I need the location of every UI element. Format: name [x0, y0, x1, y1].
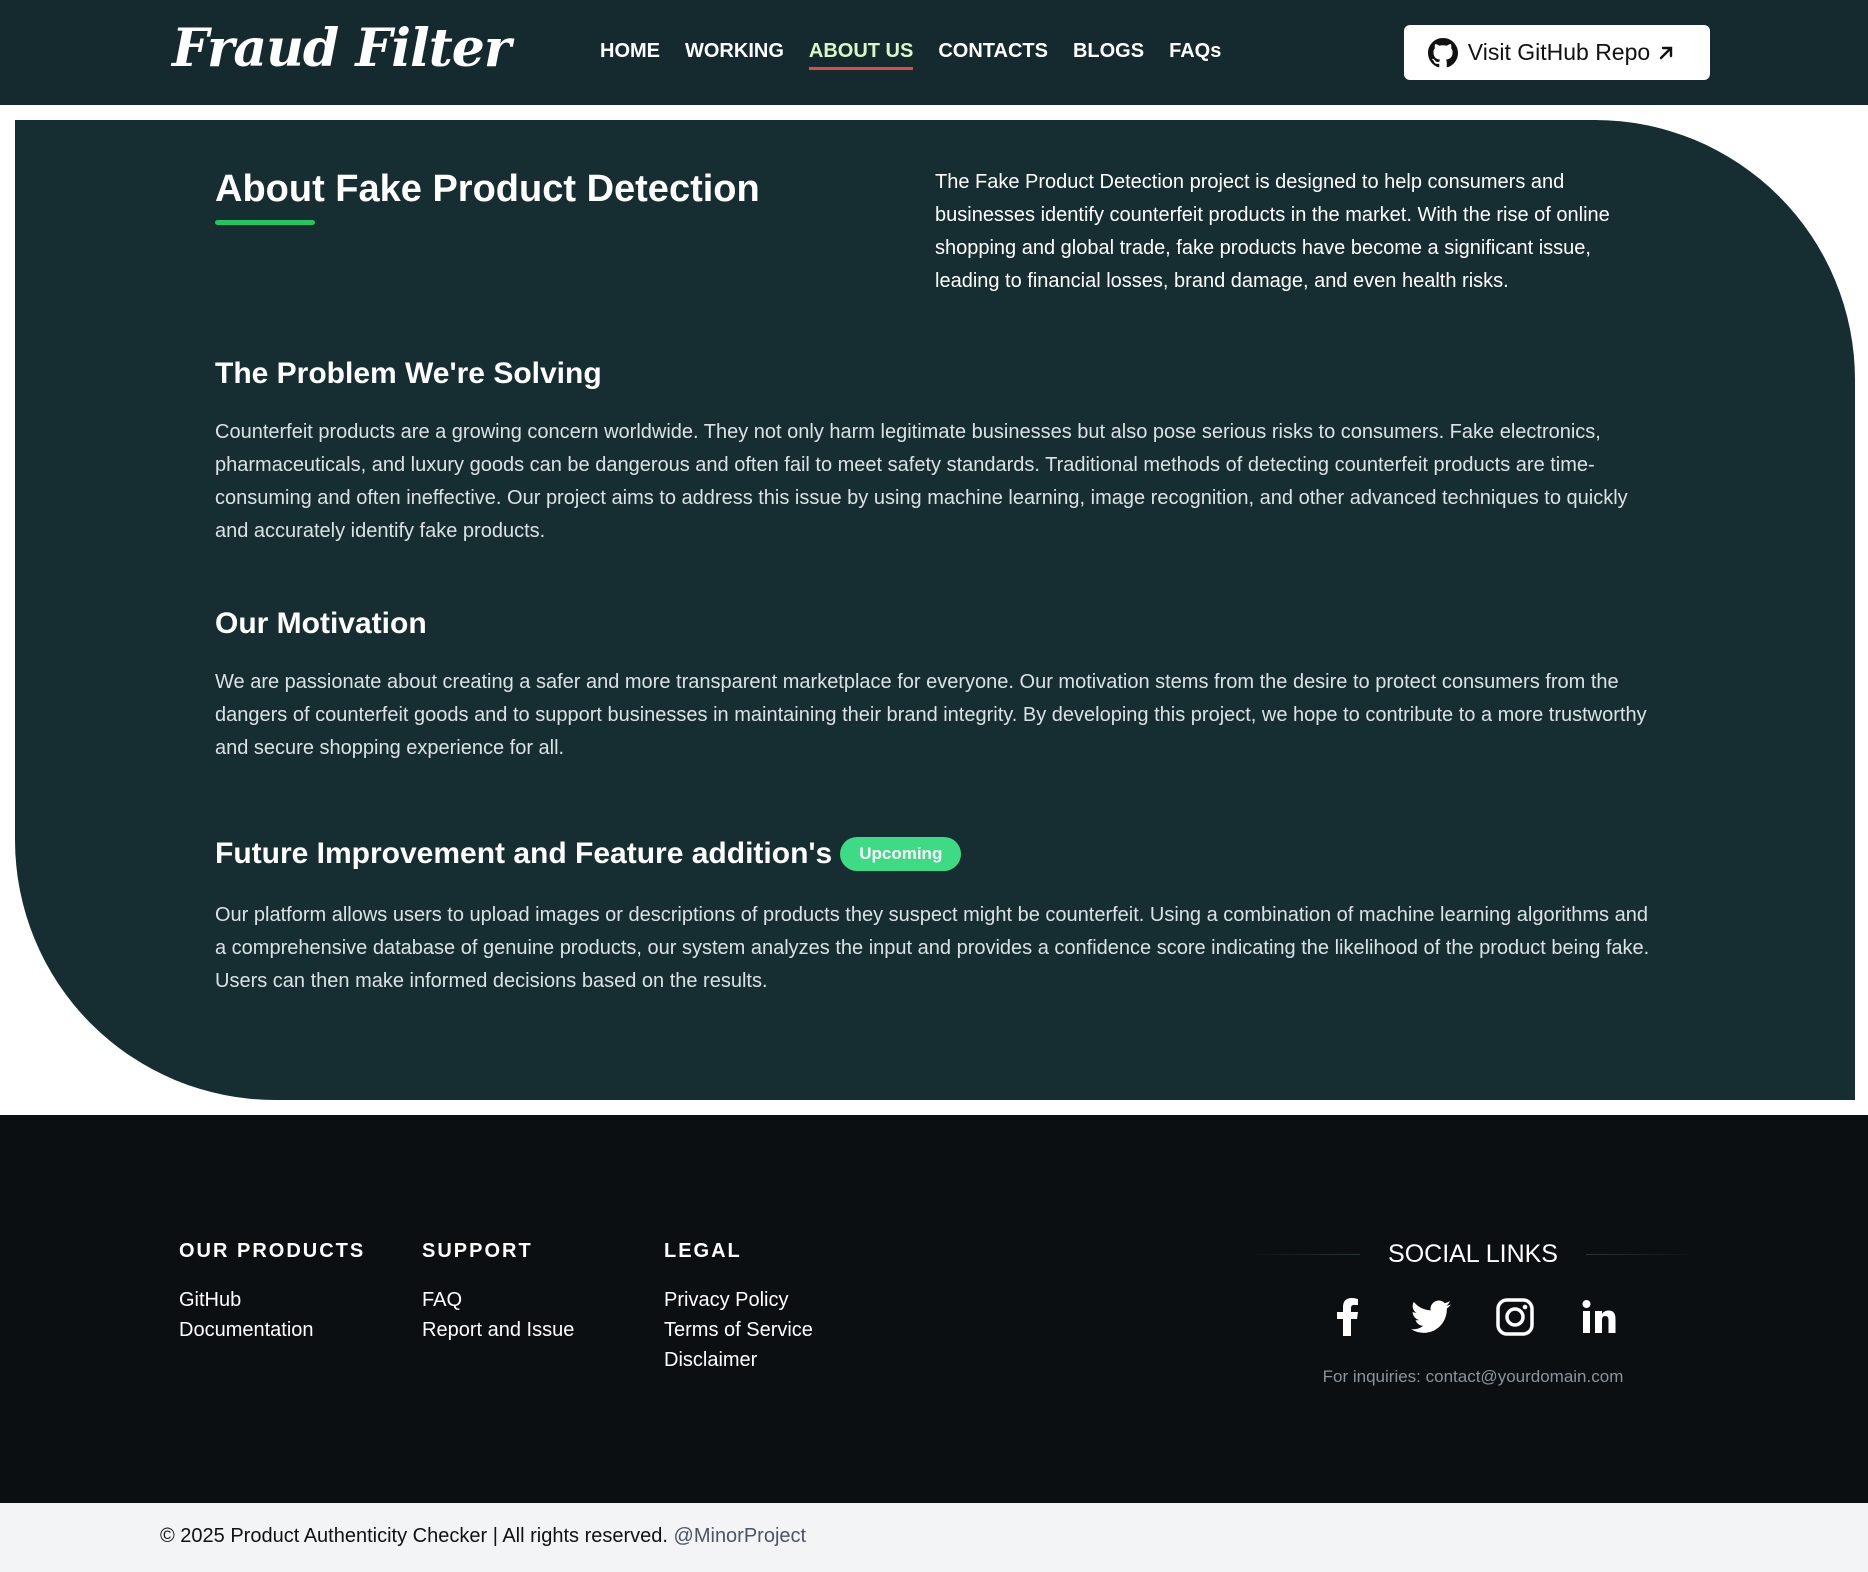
linkedin-icon[interactable] [1577, 1295, 1621, 1339]
footer-col-support: SUPPORT FAQ Report and Issue [422, 1240, 574, 1345]
nav-blogs[interactable]: BLOGS [1073, 40, 1144, 70]
nav-contacts[interactable]: CONTACTS [938, 40, 1048, 70]
footer-link-github[interactable]: GitHub [179, 1285, 365, 1315]
project-handle-link[interactable]: @MinorProject [674, 1525, 807, 1547]
footer-col-products: OUR PRODUCTS GitHub Documentation [179, 1240, 365, 1345]
footer-heading-products: OUR PRODUCTS [179, 1240, 366, 1262]
section-title-future-label: Future Improvement and Feature addition'… [215, 837, 833, 870]
main-nav: HOME WORKING ABOUT US CONTACTS BLOGS FAQ… [600, 40, 1246, 70]
inquiries-text: For inquiries: contact@yourdomain.com [1322, 1367, 1624, 1386]
bottom-bar: © 2025 Product Authenticity Checker | Al… [0, 1503, 1868, 1572]
site-logo[interactable]: Fraud Filter [172, 18, 511, 79]
footer-heading-support: SUPPORT [422, 1240, 533, 1262]
copyright: © 2025 Product Authenticity Checker | Al… [160, 1525, 806, 1548]
footer: OUR PRODUCTS GitHub Documentation SUPPOR… [0, 1115, 1868, 1503]
section-title-future: Future Improvement and Feature addition'… [215, 837, 962, 871]
section-text-future: Our platform allows users to upload imag… [215, 904, 1650, 992]
footer-link-disclaimer[interactable]: Disclaimer [664, 1345, 813, 1375]
nav-faqs[interactable]: FAQs [1169, 40, 1221, 70]
social-links: SOCIAL LINKS For inquiries: contact@your… [1248, 1240, 1699, 1387]
about-intro: The Fake Product Detection project is de… [935, 171, 1610, 292]
navbar: Fraud Filter HOME WORKING ABOUT US CONTA… [0, 0, 1868, 105]
github-button-label: Visit GitHub Repo [1467, 39, 1651, 65]
divider [1586, 1254, 1699, 1255]
footer-link-faq[interactable]: FAQ [422, 1285, 574, 1315]
nav-working[interactable]: WORKING [685, 40, 784, 70]
social-icons [1248, 1295, 1698, 1339]
facebook-icon[interactable] [1325, 1295, 1369, 1339]
copyright-text: © 2025 Product Authenticity Checker | Al… [160, 1525, 668, 1547]
page-title: About Fake Product Detection [215, 168, 760, 210]
title-underline [215, 220, 315, 225]
divider [1248, 1254, 1361, 1255]
upcoming-badge: Upcoming [840, 837, 962, 871]
external-link-arrow-icon [1659, 46, 1673, 59]
footer-col-legal: LEGAL Privacy Policy Terms of Service Di… [664, 1240, 813, 1375]
footer-link-report-issue[interactable]: Report and Issue [422, 1315, 574, 1345]
about-section: About Fake Product Detection The Fake Pr… [15, 120, 1855, 1100]
github-icon [1427, 37, 1458, 67]
section-title-motivation: Our Motivation [215, 607, 427, 640]
twitter-icon[interactable] [1409, 1295, 1453, 1339]
social-title: SOCIAL LINKS [1388, 1240, 1558, 1268]
section-text-problem: Counterfeit products are a growing conce… [215, 421, 1628, 542]
github-repo-button[interactable]: Visit GitHub Repo [1404, 25, 1710, 80]
footer-link-terms[interactable]: Terms of Service [664, 1315, 813, 1345]
footer-heading-legal: LEGAL [664, 1240, 742, 1262]
footer-link-privacy[interactable]: Privacy Policy [664, 1285, 813, 1315]
section-text-motivation: We are passionate about creating a safer… [215, 671, 1647, 759]
section-title-problem: The Problem We're Solving [215, 357, 602, 390]
nav-about-us[interactable]: ABOUT US [808, 40, 914, 70]
social-header: SOCIAL LINKS [1248, 1240, 1699, 1269]
footer-link-documentation[interactable]: Documentation [179, 1315, 365, 1345]
instagram-icon[interactable] [1493, 1295, 1537, 1339]
nav-home[interactable]: HOME [600, 40, 660, 70]
